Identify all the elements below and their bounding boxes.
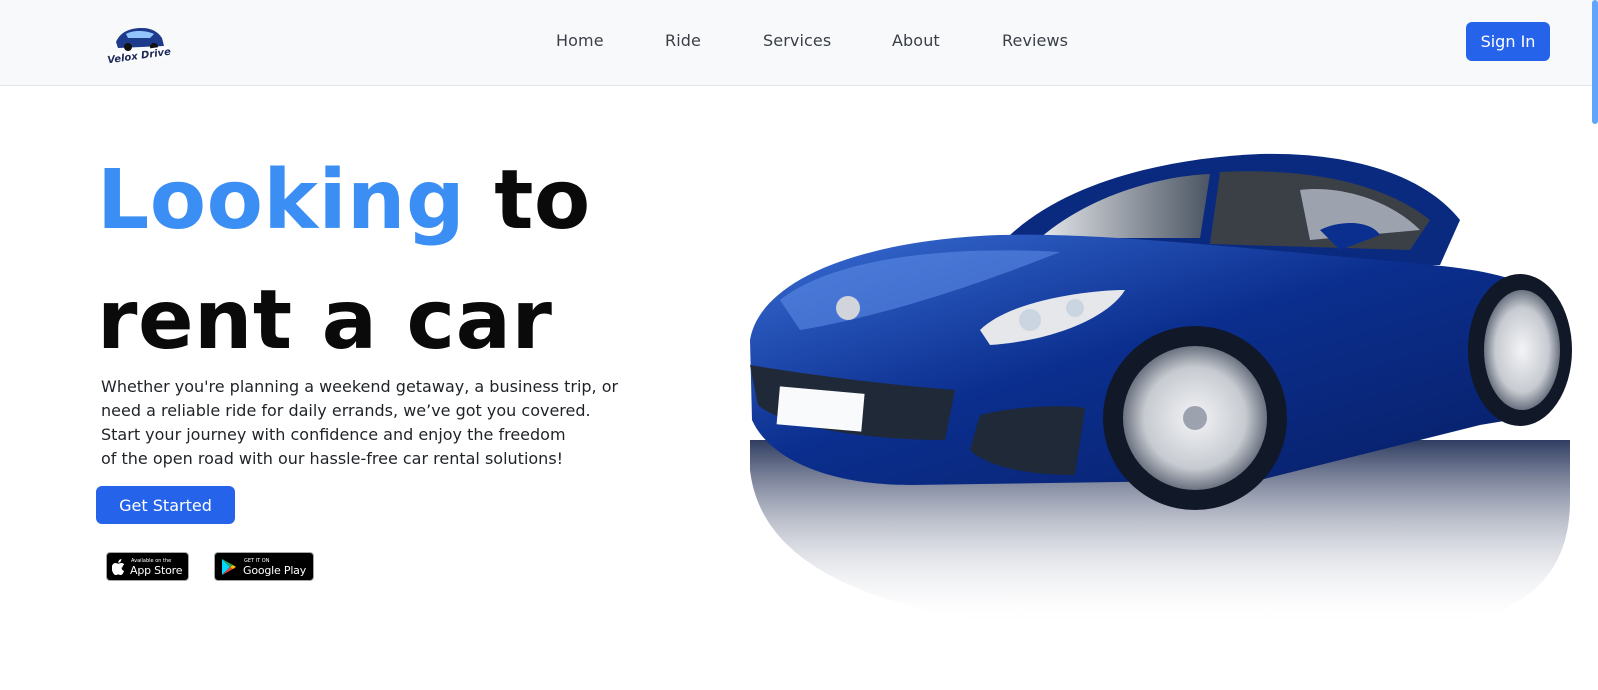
hero-title-line2: rent a car <box>97 273 553 368</box>
nav-link-ride[interactable]: Ride <box>665 31 701 50</box>
google-play-badge[interactable]: GET IT ON Google Play <box>214 552 314 581</box>
apple-icon <box>112 559 125 575</box>
hero-title-rest: to <box>494 153 591 248</box>
app-store-big-text: App Store <box>130 564 183 577</box>
hero-car-image <box>740 140 1592 640</box>
description-line: Whether you're planning a weekend getawa… <box>101 377 619 396</box>
main-nav: Home Ride Services About Reviews <box>0 31 1598 53</box>
hero-title-line1: Looking to <box>97 160 591 242</box>
description-line: need a reliable ride for daily errands, … <box>101 401 591 420</box>
description-line: of the open road with our hassle-free ca… <box>101 449 564 468</box>
nav-link-home[interactable]: Home <box>556 31 604 50</box>
google-play-icon <box>222 559 236 575</box>
get-started-button[interactable]: Get Started <box>96 486 235 524</box>
app-store-badge[interactable]: Available on the App Store <box>106 552 189 581</box>
page-scrollbar[interactable] <box>1592 0 1598 124</box>
hero-title-accent: Looking <box>97 153 466 248</box>
google-play-big-text: Google Play <box>243 564 307 577</box>
sign-in-button[interactable]: Sign In <box>1466 22 1550 61</box>
nav-link-about[interactable]: About <box>892 31 940 50</box>
top-navbar: Velox Drive Home Ride Services About Rev… <box>0 0 1598 86</box>
nav-link-services[interactable]: Services <box>763 31 831 50</box>
sports-car-illustration <box>750 153 1572 628</box>
hero-description: Whether you're planning a weekend getawa… <box>101 375 661 471</box>
nav-link-reviews[interactable]: Reviews <box>1002 31 1068 50</box>
description-line: Start your journey with confidence and e… <box>101 425 566 444</box>
